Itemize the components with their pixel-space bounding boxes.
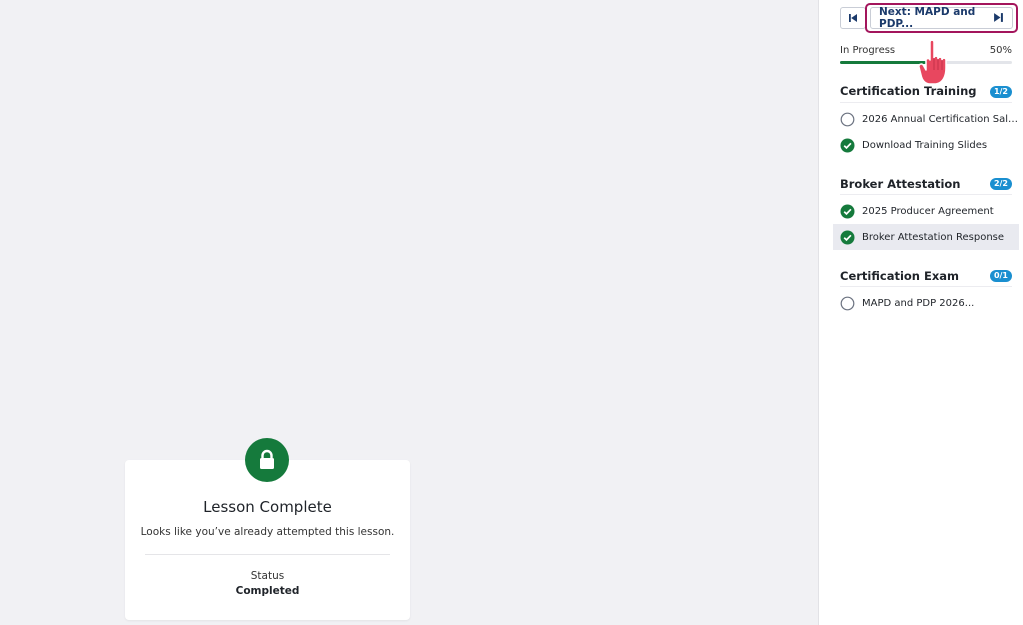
progress-percent: 50%	[989, 45, 1012, 56]
card-divider	[145, 554, 390, 555]
section-divider	[840, 286, 1012, 287]
lock-icon	[245, 438, 289, 482]
status-label: Status	[250, 570, 285, 582]
lesson-complete-card: Lesson Complete Looks like you’ve alread…	[125, 460, 410, 620]
lesson-item-active[interactable]: Broker Attestation Response	[833, 224, 1019, 250]
check-circle-icon	[840, 138, 855, 153]
section-title-broker-attestation: Broker Attestation	[840, 177, 961, 191]
section-count-badge: 0/1	[989, 270, 1012, 282]
lesson-complete-description: Looks like you’ve already attempted this…	[140, 526, 395, 538]
next-lesson-button[interactable]: Next: MAPD and PDP...	[870, 6, 1013, 30]
skip-previous-icon	[849, 14, 857, 22]
check-circle-icon	[840, 230, 855, 245]
previous-lesson-button[interactable]	[840, 7, 866, 29]
progress-label: In Progress	[840, 45, 896, 56]
pointing-hand-icon	[918, 39, 947, 85]
status-value: Completed	[235, 585, 300, 597]
lesson-item[interactable]: 2025 Producer Agreement	[833, 198, 1019, 224]
course-outline-sidebar: Next: MAPD and PDP... In Progress 50% Ce…	[818, 0, 1023, 625]
lesson-label: MAPD and PDP 2026...	[862, 297, 975, 309]
lesson-item[interactable]: MAPD and PDP 2026...	[833, 290, 1019, 316]
lesson-label: Broker Attestation Response	[862, 231, 1005, 243]
check-circle-icon	[840, 204, 855, 219]
section-divider	[840, 102, 1012, 103]
lesson-label: 2025 Producer Agreement	[862, 205, 994, 217]
section-divider	[840, 194, 1012, 195]
lesson-complete-title: Lesson Complete	[203, 498, 332, 516]
circle-outline-icon	[840, 296, 855, 311]
section-count-badge: 2/2	[989, 178, 1012, 190]
lesson-label: Download Training Slides	[862, 139, 988, 151]
progress-bar-fill	[840, 61, 926, 64]
section-count-badge: 1/2	[989, 86, 1012, 98]
lesson-label: 2026 Annual Certification Sale...	[862, 113, 1019, 125]
lesson-item[interactable]: 2026 Annual Certification Sale...	[833, 106, 1019, 132]
skip-next-icon	[994, 13, 1003, 22]
section-title-certification-exam: Certification Exam	[840, 269, 959, 283]
lesson-item[interactable]: Download Training Slides	[833, 132, 1019, 158]
lesson-content-area: Lesson Complete Looks like you’ve alread…	[0, 0, 818, 625]
circle-outline-icon	[840, 112, 855, 127]
